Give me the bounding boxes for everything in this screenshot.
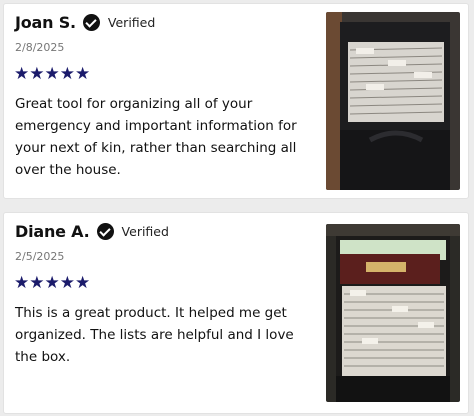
verified-check-icon xyxy=(96,223,114,240)
review-date: 2/8/2025 xyxy=(15,41,65,54)
review-photo[interactable] xyxy=(326,224,460,402)
reviewer-header: Diane A. Verified xyxy=(15,222,169,241)
reviewer-header: Joan S. Verified xyxy=(15,13,155,32)
review-photo[interactable] xyxy=(326,12,460,190)
star-rating: ★★★★★ xyxy=(14,273,91,293)
verified-label: Verified xyxy=(107,15,156,30)
reviewer-name: Joan S. xyxy=(15,13,76,32)
review-text: This is a great product. It helped me ge… xyxy=(15,305,294,365)
star-rating: ★★★★★ xyxy=(14,64,91,84)
review-text: Great tool for organizing all of your em… xyxy=(15,96,297,178)
review-card: Joan S. Verified 2/8/2025 ★★★★★ Great to… xyxy=(3,3,469,199)
reviewer-name: Diane A. xyxy=(15,222,90,241)
verified-label: Verified xyxy=(121,224,169,239)
review-date: 2/5/2025 xyxy=(15,250,65,263)
file-box-photo-icon xyxy=(326,224,460,402)
file-box-photo-icon xyxy=(326,12,460,190)
verified-check-icon xyxy=(82,14,100,31)
review-card: Diane A. Verified 2/5/2025 ★★★★★ This is… xyxy=(3,212,469,414)
